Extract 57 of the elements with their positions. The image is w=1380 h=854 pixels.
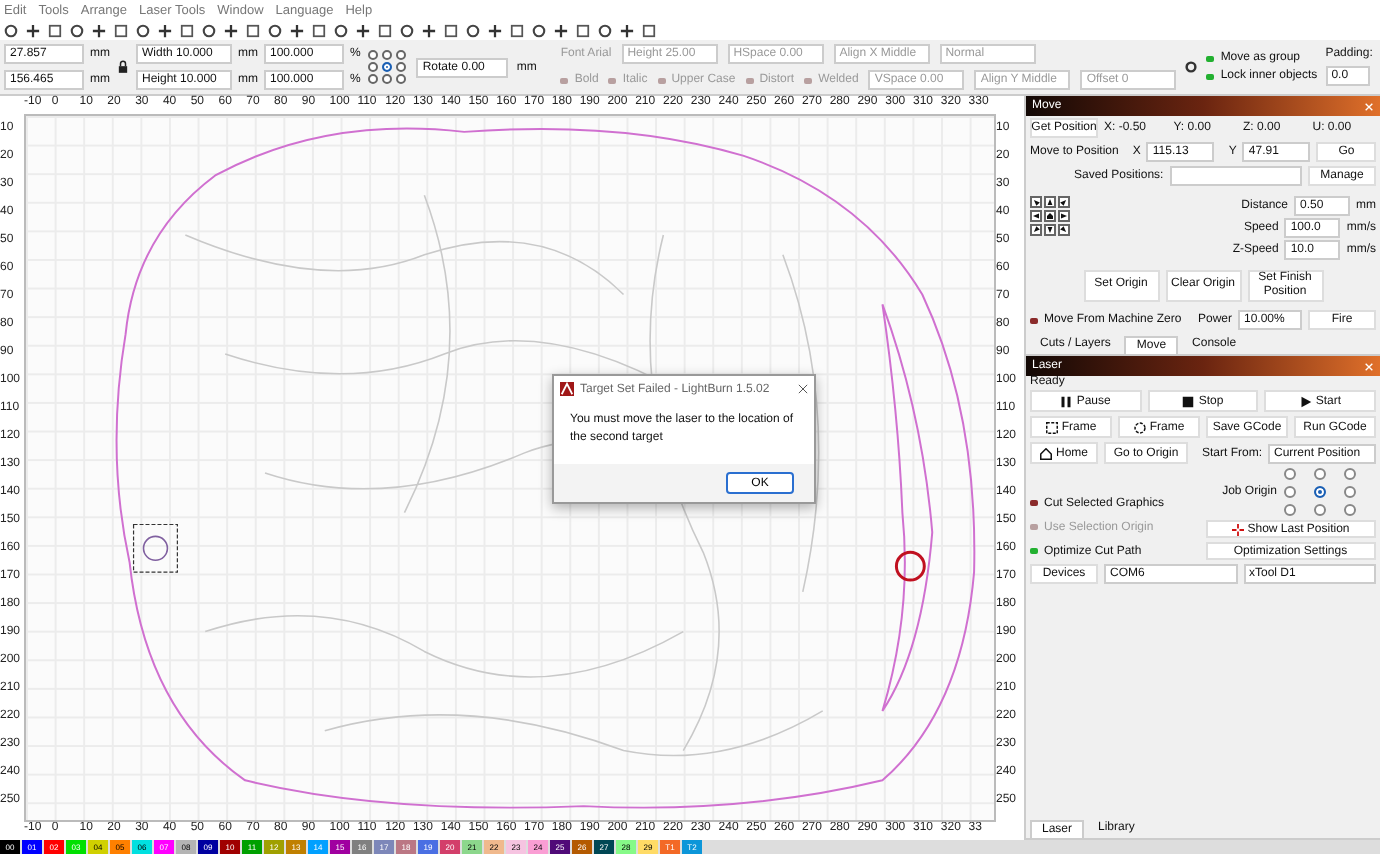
origin-radio[interactable] [368, 50, 379, 60]
origin-radio[interactable] [396, 50, 407, 60]
jog-button[interactable] [1044, 196, 1056, 208]
app-logo-icon [560, 382, 574, 396]
start-icon [1299, 395, 1312, 407]
toolbar-icon[interactable] [488, 23, 502, 37]
job-origin-radio[interactable] [1284, 504, 1297, 516]
home-icon [1046, 212, 1054, 220]
jog-button[interactable] [1030, 196, 1042, 208]
toolbar-icon[interactable] [158, 23, 172, 37]
checkbox[interactable] [1206, 73, 1215, 79]
origin-radio[interactable] [382, 74, 393, 84]
job-origin-radio[interactable] [1314, 486, 1327, 498]
selected-shape-drawing[interactable] [132, 523, 178, 573]
checkbox[interactable] [1030, 548, 1038, 554]
jog-button[interactable] [1044, 224, 1056, 236]
toolbar-icon[interactable] [422, 23, 436, 37]
origin-radio[interactable] [382, 62, 393, 72]
jog-button[interactable] [1030, 210, 1042, 222]
job-origin-radio[interactable] [1344, 468, 1357, 480]
toolbar-icon[interactable] [356, 23, 370, 37]
toolbar-icon[interactable] [4, 23, 18, 37]
circle-frame-icon [1133, 421, 1146, 433]
origin-radio[interactable] [368, 62, 379, 72]
crosshair-icon [1231, 523, 1244, 535]
origin-radio[interactable] [396, 62, 407, 72]
close-icon[interactable] [798, 384, 808, 394]
toolbar-icon[interactable] [224, 23, 238, 37]
job-origin-radio[interactable] [1284, 486, 1297, 498]
checkbox[interactable] [1206, 55, 1215, 61]
jog-button[interactable] [1058, 224, 1070, 236]
toolbar-icon[interactable] [92, 23, 106, 37]
house-icon [1039, 447, 1052, 459]
origin-radio[interactable] [396, 74, 407, 84]
checkbox[interactable] [1030, 500, 1038, 506]
lock-icon[interactable] [118, 60, 128, 74]
origin-radio[interactable] [368, 74, 379, 84]
frame-icon [1045, 421, 1058, 433]
toolbar-icon[interactable] [620, 23, 634, 37]
jog-button[interactable] [1058, 196, 1070, 208]
pause-icon [1060, 395, 1073, 407]
checkbox[interactable] [1030, 317, 1038, 323]
job-origin-radio[interactable] [1314, 468, 1327, 480]
stop-icon [1182, 395, 1195, 407]
job-origin-radio[interactable] [1284, 468, 1297, 480]
jog-button[interactable] [1058, 210, 1070, 222]
jog-button[interactable] [1030, 224, 1042, 236]
origin-radio[interactable] [382, 50, 393, 60]
toolbar-icon[interactable] [26, 23, 40, 37]
toolbar-icon[interactable] [554, 23, 568, 37]
toolbar-icon[interactable] [290, 23, 304, 37]
job-origin-radio[interactable] [1344, 486, 1357, 498]
toolbar-icon[interactable] [642, 23, 656, 37]
jog-button[interactable] [1044, 210, 1056, 222]
job-origin-radio[interactable] [1314, 504, 1327, 516]
target-marker [894, 550, 926, 582]
job-origin-radio[interactable] [1344, 504, 1357, 516]
